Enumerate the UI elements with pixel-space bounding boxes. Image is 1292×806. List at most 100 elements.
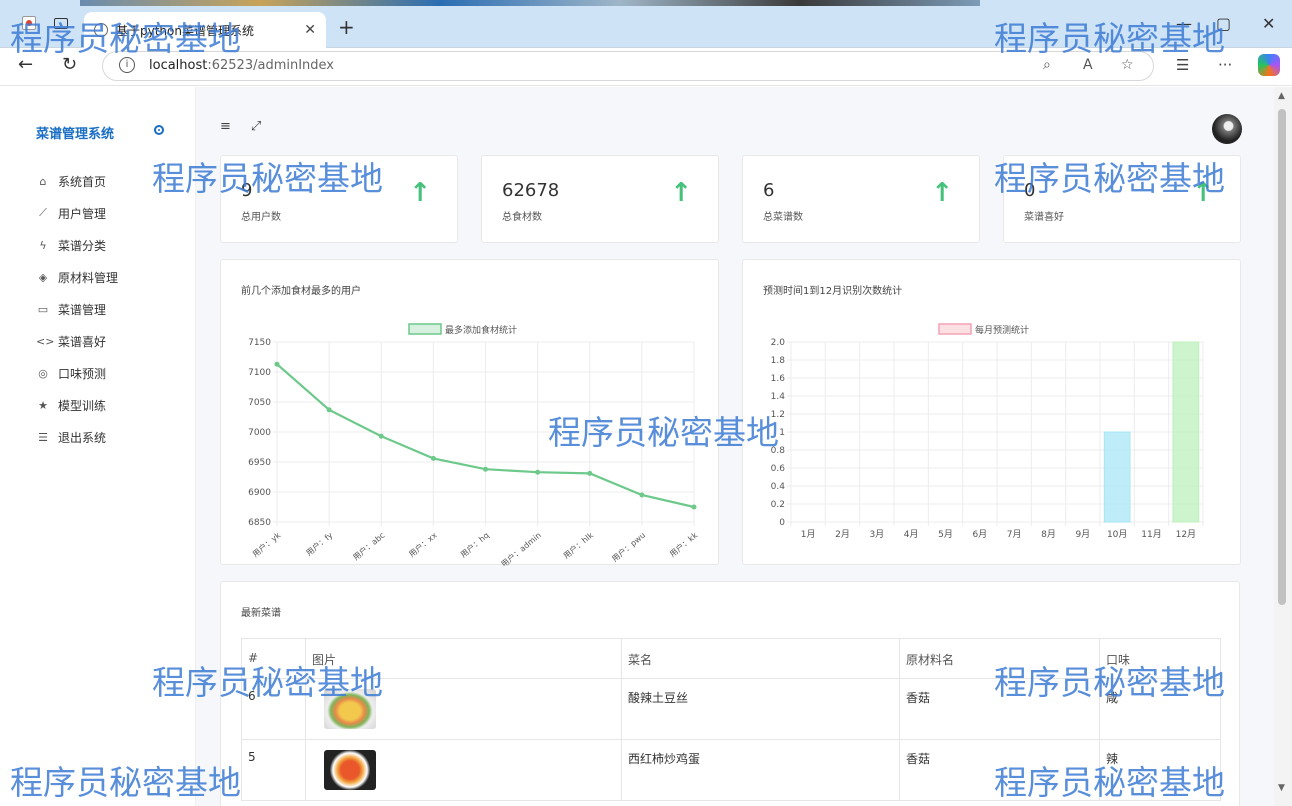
- bar: [1172, 341, 1200, 523]
- x-tick-label: 用户：abc: [351, 530, 387, 562]
- sidebar-item-preferences[interactable]: <> 菜谱喜好: [36, 325, 118, 357]
- stat-label: 总用户数: [241, 212, 281, 223]
- data-point: [691, 504, 697, 510]
- fullscreen-icon[interactable]: ⤢: [251, 119, 261, 134]
- desktop-strip: [80, 0, 980, 6]
- code-icon: <>: [36, 334, 55, 348]
- scroll-thumb[interactable]: [1278, 109, 1286, 605]
- watermark: 程序员秘密基地: [994, 19, 1225, 58]
- col-name: 菜名: [621, 638, 900, 679]
- y-tick-label: 7150: [248, 338, 271, 348]
- arrow-up-icon: ↑: [670, 178, 692, 208]
- trend-icon: ⟋: [39, 206, 47, 219]
- arrow-up-icon: ↑: [409, 178, 431, 208]
- sidebar-item-categories[interactable]: ϟ 菜谱分类: [36, 229, 118, 261]
- sidebar-item-label: 系统首页: [58, 174, 107, 189]
- x-tick-label: 3月: [869, 529, 884, 540]
- close-tab-icon[interactable]: ✕: [304, 22, 316, 38]
- data-point: [378, 433, 384, 439]
- cell-name: 西红柿炒鸡蛋: [621, 739, 900, 801]
- cell-name: 酸辣土豆丝: [621, 678, 900, 740]
- chart-title: 前几个添加食材最多的用户: [241, 286, 361, 297]
- data-point: [430, 455, 436, 461]
- x-tick-label: 用户：fy: [304, 530, 335, 558]
- x-tick-label: 用户：kk: [667, 530, 699, 559]
- watermark: 程序员秘密基地: [994, 763, 1225, 802]
- sidebar-item-materials[interactable]: ◈ 原材料管理: [36, 261, 118, 293]
- avatar[interactable]: [1212, 114, 1242, 144]
- recent-title: 最新菜谱: [241, 608, 281, 619]
- bolt-icon: ϟ: [39, 238, 47, 252]
- data-point: [483, 466, 488, 472]
- bar: [1103, 431, 1131, 523]
- y-tick-label: 0.4: [771, 482, 786, 492]
- url-path: :62523/adminIndex: [207, 58, 334, 73]
- x-tick-label: 用户：xx: [407, 530, 439, 559]
- copilot-icon[interactable]: [1258, 54, 1280, 76]
- watermark: 程序员秘密基地: [10, 19, 241, 58]
- menu-toggle-icon[interactable]: ≡: [220, 119, 231, 134]
- sidebar-item-label: 原材料管理: [58, 270, 119, 285]
- legend-label: 每月预测统计: [975, 324, 1029, 336]
- food-image: [324, 750, 376, 790]
- data-point: [274, 361, 280, 367]
- close-window-button[interactable]: ✕: [1262, 14, 1275, 33]
- x-tick-label: 7月: [1007, 529, 1022, 540]
- sidebar-item-users[interactable]: ⟋ 用户管理: [36, 197, 118, 229]
- stat-value: 6: [763, 180, 775, 201]
- x-tick-label: 12月: [1176, 529, 1196, 540]
- scroll-down-icon[interactable]: ▼: [1278, 783, 1285, 793]
- sidebar-item-taste-prediction[interactable]: ◎ 口味预测: [36, 357, 118, 389]
- chart-title: 预测时间1到12月识别次数统计: [763, 286, 903, 297]
- stat-label: 总食材数: [502, 212, 542, 223]
- y-tick-label: 2.0: [771, 338, 786, 348]
- x-tick-label: 用户：pwu: [610, 530, 648, 564]
- scroll-up-icon[interactable]: ▲: [1278, 91, 1285, 101]
- new-tab-button[interactable]: +: [338, 15, 355, 39]
- sidebar-item-logout[interactable]: ☰ 退出系统: [36, 421, 118, 453]
- brand-toggle-icon[interactable]: [154, 125, 164, 135]
- x-tick-label: 9月: [1075, 529, 1090, 540]
- y-tick-label: 1: [779, 428, 785, 438]
- data-point: [587, 470, 593, 476]
- x-tick-label: 用户：hlk: [561, 530, 595, 561]
- y-tick-label: 1.4: [771, 392, 786, 402]
- x-tick-label: 4月: [904, 529, 919, 540]
- stat-card-materials: 62678 总食材数 ↑: [481, 155, 719, 243]
- arrow-up-icon: ↑: [931, 178, 953, 208]
- x-tick-label: 6月: [972, 529, 987, 540]
- stat-label: 菜谱喜好: [1024, 212, 1064, 223]
- tablet-icon: ▭: [37, 302, 49, 316]
- legend-swatch: [408, 323, 442, 335]
- cell-id: 5: [241, 739, 306, 801]
- star-icon: ★: [38, 398, 48, 412]
- y-tick-label: 0.6: [771, 464, 786, 474]
- y-tick-label: 7100: [248, 368, 271, 378]
- url-text[interactable]: localhost:62523/adminIndex: [149, 58, 334, 73]
- sidebar-item-label: 菜谱管理: [58, 302, 107, 317]
- cell-image: [305, 739, 622, 801]
- watermark: 程序员秘密基地: [152, 663, 383, 702]
- y-tick-label: 0: [779, 518, 785, 528]
- data-point: [535, 469, 541, 475]
- sidebar-item-home[interactable]: ⌂ 系统首页: [36, 165, 118, 197]
- x-tick-label: 11月: [1141, 529, 1161, 540]
- bar-chart: 每月预测统计00.20.40.60.811.21.41.61.82.01月 2月 3…: [771, 323, 1204, 540]
- sidebar-item-model-training[interactable]: ★ 模型训练: [36, 389, 118, 421]
- sidebar-item-label: 用户管理: [58, 206, 107, 221]
- list-icon: ☰: [38, 430, 48, 444]
- y-tick-label: 1.6: [771, 374, 786, 384]
- y-tick-label: 6900: [248, 488, 271, 498]
- page-scrollbar[interactable]: ▲ ▼: [1274, 87, 1292, 806]
- y-tick-label: 7050: [248, 398, 271, 408]
- sidebar-item-label: 退出系统: [58, 430, 107, 445]
- watermark: 程序员秘密基地: [994, 159, 1225, 198]
- sidebar-item-recipes[interactable]: ▭ 菜谱管理: [36, 293, 118, 325]
- sidebar-item-label: 菜谱分类: [58, 238, 107, 253]
- legend-label: 最多添加食材统计: [445, 324, 517, 336]
- x-tick-label: 8月: [1041, 529, 1056, 540]
- legend-swatch: [938, 323, 972, 335]
- watermark: 程序员秘密基地: [10, 763, 241, 802]
- data-point: [326, 407, 332, 413]
- chart-card-predictions: 预测时间1到12月识别次数统计 每月预测统计 0 0.2 0.4 0.6 0.8 1 1.2 1…: [742, 259, 1241, 565]
